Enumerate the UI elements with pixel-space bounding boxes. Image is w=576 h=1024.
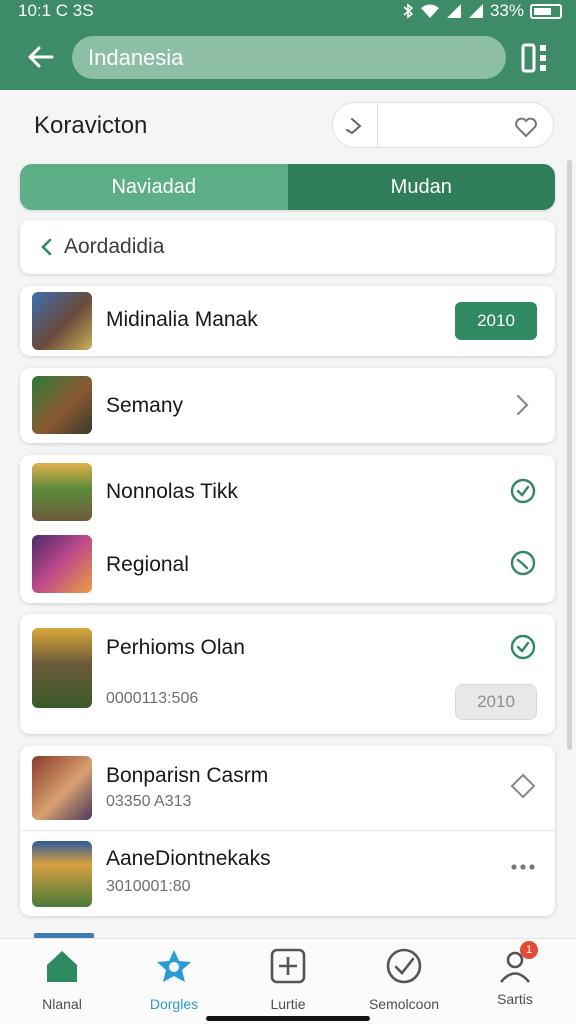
profile-icon-wrap: 1 [496, 941, 538, 985]
nav-label: Sartis [497, 991, 533, 1007]
check-circle-icon[interactable] [509, 633, 537, 661]
nav-favorites[interactable]: Dorgles [119, 947, 229, 1012]
list-card: Perhioms Olan 0000113:506 2010 [20, 614, 555, 734]
nav-label: Nlanal [42, 996, 82, 1012]
app-bar: 10:1 C 3S 33% Indanesia [0, 0, 576, 90]
item-meta: 03350 A313 [106, 793, 192, 810]
battery-icon [530, 3, 562, 19]
list-card: Bonparisn Casrm 03350 A313 AaneDiontneka… [20, 746, 555, 916]
list-card: Semany [20, 368, 555, 443]
page-title: Koravicton [34, 112, 148, 139]
item-name: AaneDiontnekaks [106, 847, 271, 870]
divider [377, 103, 378, 147]
quick-actions [332, 102, 554, 148]
heart-icon[interactable] [513, 114, 539, 140]
timer-icon[interactable] [509, 549, 537, 577]
status-icons: 33% [402, 1, 562, 21]
grid-menu-icon[interactable] [520, 42, 552, 74]
nav-home[interactable]: Nlanal [7, 947, 117, 1012]
bluetooth-icon [403, 3, 414, 19]
scrollbar[interactable] [567, 160, 572, 750]
item-meta: 0000113:506 [106, 690, 199, 707]
list-item[interactable]: Regional [20, 529, 555, 603]
nav-select[interactable]: Semolcoon [349, 947, 459, 1012]
item-name: Perhioms Olan [106, 636, 245, 659]
item-name: Midinalia Manak [106, 308, 258, 331]
game-thumbnail [32, 463, 92, 521]
game-thumbnail [32, 841, 92, 907]
search-value: Indanesia [88, 44, 184, 70]
item-name: Regional [106, 553, 189, 576]
status-bar: 10:1 C 3S 33% [0, 0, 576, 24]
back-arrow-icon[interactable] [24, 40, 58, 74]
main-content: Koravicton Naviadad Mudan Aordadidia Mid… [0, 90, 576, 935]
nav-add[interactable]: Lurtie [233, 947, 343, 1012]
breadcrumb[interactable]: Aordadidia [20, 220, 555, 274]
segment-control: Naviadad Mudan [20, 164, 555, 210]
item-meta: 3010001:80 [106, 878, 191, 895]
item-name: Semany [106, 394, 184, 417]
action-button[interactable]: 2010 [455, 302, 537, 340]
game-thumbnail [32, 292, 92, 350]
share-arrow-icon[interactable] [343, 113, 369, 139]
game-thumbnail [32, 535, 92, 593]
nav-label: Dorgles [149, 996, 199, 1012]
nav-profile[interactable]: 1 Sartis [460, 941, 570, 1011]
list-item[interactable]: Nonnolas Tikk [20, 455, 555, 529]
list-item[interactable]: AaneDiontnekaks 3010001:80 [20, 831, 555, 916]
chevron-left-icon [41, 238, 52, 256]
list-item[interactable]: Perhioms Olan 0000113:506 2010 [20, 614, 555, 734]
nav-label: Lurtie [270, 996, 306, 1012]
more-dots-icon[interactable] [510, 862, 536, 872]
notification-badge: 1 [520, 941, 538, 959]
search-input[interactable]: Indanesia [72, 36, 506, 79]
list-card: Nonnolas Tikk Regional [20, 455, 555, 603]
signal-icon-2 [468, 4, 483, 18]
add-box-icon [270, 948, 306, 984]
item-name: Bonparisn Casrm [106, 764, 269, 787]
bottom-navigation: Nlanal Dorgles Lurtie Semolcoon 1 Sartis [0, 938, 576, 1024]
action-button-disabled[interactable]: 2010 [455, 684, 537, 720]
wifi-icon [420, 4, 439, 18]
home-indicator[interactable] [206, 1016, 370, 1021]
item-name: Nonnolas Tikk [106, 480, 238, 503]
list-item[interactable]: Bonparisn Casrm 03350 A313 [20, 746, 555, 830]
diamond-icon[interactable] [510, 773, 536, 799]
star-icon [157, 950, 191, 982]
tab-first[interactable]: Naviadad [20, 164, 288, 210]
game-thumbnail [32, 756, 92, 820]
game-thumbnail [32, 376, 92, 434]
list-item[interactable]: Semany [20, 368, 555, 443]
check-circle-icon [386, 948, 422, 984]
list-item[interactable]: Midinalia Manak 2010 [20, 286, 555, 356]
chevron-right-icon [516, 394, 529, 416]
breadcrumb-label: Aordadidia [64, 235, 165, 258]
signal-icon [446, 4, 461, 18]
game-thumbnail [32, 628, 92, 708]
check-circle-icon[interactable] [509, 477, 537, 505]
battery-percent: 33% [489, 1, 524, 20]
list-card: Midinalia Manak 2010 [20, 286, 555, 356]
home-icon [47, 951, 77, 982]
tab-second[interactable]: Mudan [287, 164, 555, 210]
nav-label: Semolcoon [368, 996, 440, 1012]
status-time: 10:1 C 3S [18, 1, 94, 20]
